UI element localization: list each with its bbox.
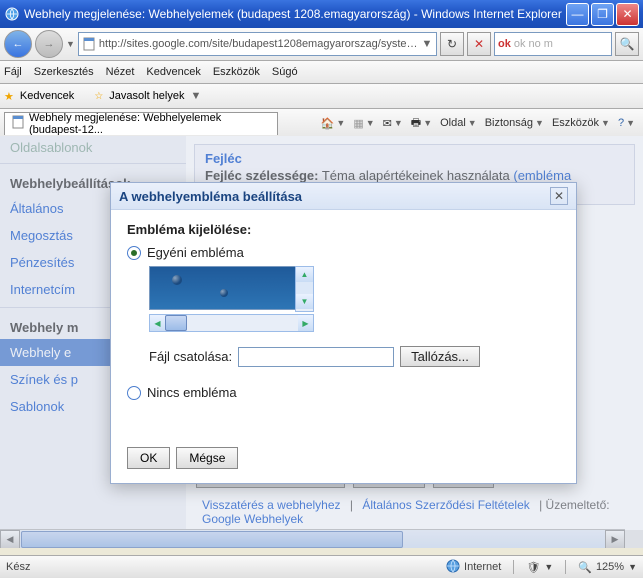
dialog-footer: OK Mégse bbox=[127, 447, 238, 469]
option-custom-logo[interactable]: Egyéni embléma bbox=[127, 245, 560, 260]
status-ready: Kész bbox=[6, 561, 30, 573]
select-logo-label: Embléma kijelölése: bbox=[127, 222, 560, 237]
help-button[interactable]: ?▼ bbox=[614, 117, 639, 129]
print-button[interactable]: 🖶▼ bbox=[407, 114, 436, 133]
dialog-body: Embléma kijelölése: Egyéni embléma ▲ ▼ ◀… bbox=[111, 210, 576, 416]
tab-page-icon bbox=[11, 115, 25, 132]
menu-help[interactable]: Súgó bbox=[272, 66, 298, 78]
menu-edit[interactable]: Szerkesztés bbox=[34, 66, 94, 78]
search-provider-icon: ok bbox=[498, 38, 511, 50]
attach-file-row: Fájl csatolása: Tallózás... bbox=[149, 346, 560, 367]
security-zone[interactable]: Internet bbox=[446, 559, 501, 576]
radio-none-icon[interactable] bbox=[127, 386, 141, 400]
dialog-title: A webhelyembléma beállítása bbox=[119, 189, 550, 204]
chevron-down-icon: ▼ bbox=[336, 118, 345, 128]
tools-menu[interactable]: Eszközök▼ bbox=[548, 117, 614, 129]
favorites-button[interactable]: Kedvencek bbox=[20, 90, 74, 102]
logo-preview-image: ▲ ▼ bbox=[149, 266, 297, 310]
nav-drop-icon[interactable]: ▼ bbox=[66, 39, 75, 49]
address-bar[interactable]: http://sites.google.com/site/budapest120… bbox=[78, 32, 437, 56]
tab-strip: Webhely megjelenése: Webhelyelemek (buda… bbox=[0, 109, 643, 138]
dialog-close-button[interactable]: ✕ bbox=[550, 187, 568, 205]
tab-label: Webhely megjelenése: Webhelyelemek (buda… bbox=[29, 112, 271, 135]
browse-button[interactable]: Tallózás... bbox=[400, 346, 480, 367]
menu-view[interactable]: Nézet bbox=[106, 66, 135, 78]
attach-file-label: Fájl csatolása: bbox=[149, 349, 232, 364]
zoom-control[interactable]: 🔍 125% ▼ bbox=[578, 561, 637, 574]
option-none-label: Nincs embléma bbox=[147, 385, 237, 400]
address-drop-icon[interactable]: ▼ bbox=[420, 38, 434, 50]
close-window-button[interactable]: ✕ bbox=[616, 3, 639, 26]
favorites-bar: ★ Kedvencek ☆ Javasolt helyek ▼ bbox=[0, 84, 643, 109]
document-tab[interactable]: Webhely megjelenése: Webhelyelemek (buda… bbox=[4, 112, 278, 135]
menu-file[interactable]: Fájl bbox=[4, 66, 22, 78]
cancel-button[interactable]: Mégse bbox=[176, 447, 238, 469]
back-button[interactable]: ← bbox=[4, 30, 32, 58]
page-menu[interactable]: Oldal▼ bbox=[436, 117, 481, 129]
mail-icon: ✉ bbox=[383, 117, 392, 130]
forward-button[interactable]: → bbox=[35, 30, 63, 58]
status-bar: Kész Internet 🛡 ▼ 🔍 125% ▼ bbox=[0, 555, 643, 578]
preview-scroll-up-icon[interactable]: ▲ bbox=[296, 267, 313, 282]
logo-settings-dialog: A webhelyembléma beállítása ✕ Embléma ki… bbox=[110, 182, 577, 484]
mail-button[interactable]: ✉▼ bbox=[379, 117, 407, 130]
search-box[interactable]: ok ok no m bbox=[494, 32, 612, 56]
protected-mode-indicator[interactable]: 🛡 ▼ bbox=[526, 561, 553, 574]
menu-bar: Fájl Szerkesztés Nézet Kedvencek Eszközö… bbox=[0, 61, 643, 84]
page-icon bbox=[81, 36, 97, 52]
suggested-sites-button[interactable]: Javasolt helyek bbox=[109, 90, 184, 102]
menu-tools[interactable]: Eszközök bbox=[213, 66, 260, 78]
dialog-header: A webhelyembléma beállítása ✕ bbox=[111, 183, 576, 210]
preview-scroll-thumb[interactable] bbox=[165, 315, 187, 331]
minimize-button[interactable]: — bbox=[566, 3, 589, 26]
option-custom-label: Egyéni embléma bbox=[147, 245, 244, 260]
preview-horizontal-scrollbar[interactable]: ◀ ▶ bbox=[149, 314, 314, 332]
preview-scroll-down-icon[interactable]: ▼ bbox=[296, 294, 313, 309]
ie-icon bbox=[4, 6, 20, 22]
address-url: http://sites.google.com/site/budapest120… bbox=[99, 38, 420, 50]
maximize-button[interactable]: ❐ bbox=[591, 3, 614, 26]
favorites-star-icon[interactable]: ★ bbox=[4, 90, 14, 103]
home-icon: 🏠 bbox=[321, 117, 335, 130]
zone-label: Internet bbox=[464, 561, 501, 573]
shield-icon: 🛡 bbox=[526, 561, 540, 574]
help-icon: ? bbox=[618, 117, 624, 129]
radio-custom-icon[interactable] bbox=[127, 246, 141, 260]
navigation-toolbar: ← → ▼ http://sites.google.com/site/budap… bbox=[0, 28, 643, 61]
search-placeholder: ok no m bbox=[514, 38, 608, 50]
safety-menu[interactable]: Biztonság▼ bbox=[481, 117, 548, 129]
print-icon: 🖶 bbox=[411, 114, 421, 133]
attach-file-input[interactable] bbox=[238, 347, 394, 367]
menu-favorites[interactable]: Kedvencek bbox=[146, 66, 200, 78]
option-no-logo[interactable]: Nincs embléma bbox=[127, 385, 560, 400]
feeds-button[interactable]: ▦▼ bbox=[349, 117, 378, 130]
preview-vertical-scrollbar[interactable]: ▲ ▼ bbox=[295, 266, 314, 312]
suggested-drop-icon[interactable]: ▼ bbox=[191, 90, 205, 102]
window-title: Webhely megjelenése: Webhelyelemek (buda… bbox=[24, 7, 566, 21]
stop-button[interactable]: ✕ bbox=[467, 32, 491, 56]
refresh-button[interactable]: ↻ bbox=[440, 32, 464, 56]
feed-icon: ▦ bbox=[353, 117, 363, 130]
preview-scroll-left-icon[interactable]: ◀ bbox=[150, 315, 165, 331]
window-titlebar: Webhely megjelenése: Webhelyelemek (buda… bbox=[0, 0, 643, 28]
ok-button[interactable]: OK bbox=[127, 447, 170, 469]
preview-scroll-right-icon[interactable]: ▶ bbox=[298, 315, 313, 331]
zoom-value: 125% bbox=[596, 561, 624, 573]
globe-icon bbox=[446, 559, 460, 576]
zoom-icon: 🔍 bbox=[578, 561, 592, 574]
suggested-star-icon: ☆ bbox=[94, 91, 103, 102]
search-button[interactable]: 🔍 bbox=[615, 32, 639, 56]
home-button[interactable]: 🏠▼ bbox=[317, 117, 350, 130]
